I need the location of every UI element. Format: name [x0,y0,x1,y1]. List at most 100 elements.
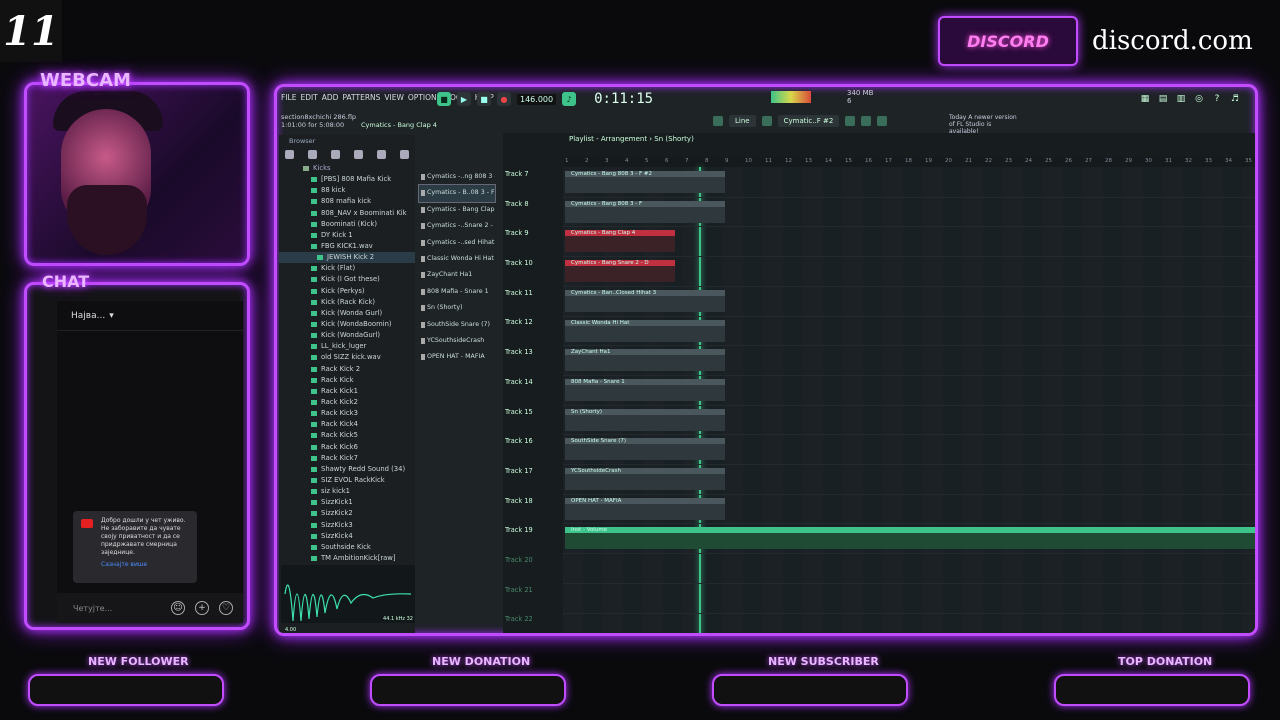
tool-icon[interactable] [713,116,723,126]
playlist-clip[interactable]: Cymatics - Bang 808 3 - F #2 [565,171,725,193]
browser-item[interactable]: Kick (Rack Kick) [279,297,415,308]
browser-item[interactable]: SizzKick1 [279,497,415,508]
browser-item[interactable]: Rack Kick [279,375,415,386]
track-header[interactable]: Track 21 [503,583,563,613]
channel-button[interactable]: ZayChant Ha1 [419,267,495,283]
browser-item[interactable]: SizzKick3 [279,520,415,531]
browser-item[interactable]: siz kick1 [279,486,415,497]
pattern-selector[interactable]: Cymatic..F #2 [777,115,840,127]
playlist-clip[interactable]: OPEN HAT - MAFIA [565,497,725,520]
browser-item[interactable]: Rack Kick2 [279,397,415,408]
browser-tool-icon[interactable] [285,149,294,159]
play-button[interactable]: ▶ [457,92,471,106]
playlist-clip[interactable]: Cymatics - Ban..Closed Hihat 3 [565,289,725,312]
channel-button[interactable]: 808 Mafia - Snare 1 [419,284,495,300]
browser-tool-icon[interactable] [308,149,317,159]
track-header[interactable]: Track 14 [503,375,563,405]
browser-item[interactable]: 808 mafia kick [279,196,415,207]
browser-item[interactable]: Kick (I Got these) [279,274,415,285]
track-header[interactable]: Track 8 [503,197,563,227]
timeline-ruler[interactable]: 1 2 3 4 5 6 7 8 9 10 11 12 13 14 15 16 17 18 19 20 21 22 23 24 2… [563,157,1255,167]
browser-item[interactable]: DY Kick 1 [279,230,415,241]
plugin-icon[interactable]: ◎ [1193,93,1205,105]
track-header[interactable]: Track 12 [503,315,563,345]
browser-item[interactable]: Boominati (Kick) [279,219,415,230]
playlist-clip[interactable]: Sn (Shorty) [565,408,725,431]
stop-button[interactable]: ■ [477,92,491,106]
channel-button[interactable]: Classic Wonda Hi Hat [419,251,495,267]
star-icon[interactable] [400,149,409,159]
browser-item[interactable]: SIZ EVOL RackKick [279,475,415,486]
mixer-icon[interactable]: ▦ [1139,93,1151,105]
track-header[interactable]: Track 22 [503,612,563,633]
playlist-clip[interactable]: Inst - Volume [565,527,1255,550]
channel-button[interactable]: Cymatics - Bang Clap 4 [419,202,495,218]
playlist-clip[interactable]: Cymatics - Bang 808 3 - F [565,200,725,223]
update-notice[interactable]: Today A newer version of FL Studio is av… [949,114,1019,135]
browser-item[interactable]: Rack Kick1 [279,386,415,397]
track-header[interactable]: Track 7 [503,167,563,197]
playlist-clip[interactable]: ZayChant Ha1 [565,349,725,372]
mic-icon[interactable]: ♬ [1229,93,1241,105]
browser-icon[interactable]: ▥ [1175,93,1187,105]
tempo-display[interactable]: 146.000 [517,93,557,105]
add-icon[interactable]: + [195,601,209,615]
playlist-clip[interactable]: SouthSide Snare (7) [565,438,725,461]
browser-item[interactable]: Southside Kick [279,542,415,553]
browser-item[interactable]: JEWISH Kick 2 [279,252,415,264]
browser-item[interactable]: Kick (Flat) [279,263,415,274]
tool-icon[interactable] [877,116,888,126]
browser-tool-icon[interactable] [331,149,340,159]
channel-button[interactable]: Cymatics -..sed Hihat 3 [419,235,495,251]
browser-item[interactable]: Kick (WondaGurl) [279,330,415,341]
playhead[interactable] [699,167,701,633]
playlist-clip[interactable]: 808 Mafia - Snare 1 [565,378,725,401]
menu-edit[interactable]: EDIT [300,93,317,109]
browser-tool-icon[interactable] [354,149,363,159]
browser-tool-icon[interactable] [377,149,386,159]
track-header[interactable]: Track 17 [503,464,563,494]
playlist-clip[interactable]: Cymatics - Bang Clap 4 [565,230,675,253]
browser-item[interactable]: LL_kick_luger [279,341,415,352]
track-header[interactable]: Track 11 [503,286,563,316]
browser-item[interactable]: FBG KICK1.wav [279,241,415,252]
channel-button[interactable]: Sn (Shorty) [419,300,495,316]
channel-button[interactable]: OPEN HAT - MAFIA [419,349,495,365]
record-button[interactable]: ● [497,92,511,106]
metronome-icon[interactable]: ♪ [562,92,577,106]
help-icon[interactable]: ? [1211,93,1223,105]
tool-icon[interactable] [861,116,872,126]
playlist-clip[interactable]: Classic Wonda Hi Hat [565,319,725,342]
learn-more-link[interactable]: Сазнајте више [101,561,191,569]
browser-item[interactable]: SizzKick4 [279,531,415,542]
playlist-clip[interactable]: YCSouthsideCrash [565,468,725,490]
track-header[interactable]: Track 10 [503,256,563,286]
browser-item[interactable]: Rack Kick3 [279,408,415,419]
browser-item[interactable]: Kick (WondaBoomin) [279,319,415,330]
browser-item[interactable]: Rack Kick4 [279,419,415,430]
browser-folder[interactable]: Kicks [279,163,415,174]
browser-item[interactable]: Rack Kick5 [279,430,415,441]
emoji-icon[interactable]: ☺ [171,601,185,615]
browser-item[interactable]: Rack Kick6 [279,442,415,453]
channel-button[interactable]: SouthSide Snare (7) [419,317,495,333]
track-header[interactable]: Track 13 [503,345,563,375]
piano-roll-icon[interactable]: ▤ [1157,93,1169,105]
browser-item[interactable]: Shawty Redd Sound (34) [279,464,415,475]
pattern-song-toggle[interactable]: ■ [437,92,451,106]
playlist-grid[interactable]: Cymatics - Bang 808 3 - F #2 Cymatics - B… [563,167,1255,633]
line-mode[interactable]: Line [729,115,756,127]
track-header[interactable]: Track 20 [503,553,563,583]
browser-item[interactable]: SizzKick2 [279,508,415,519]
heart-icon[interactable]: ♡ [219,601,233,615]
track-header[interactable]: Track 19 [503,523,563,553]
channel-button[interactable]: Cymatics -..Snare 2 - D [419,218,495,234]
channel-button[interactable]: Cymatics - B..08 3 - F #2 [418,184,496,203]
browser-item[interactable]: TM AmbitionKick[raw] [279,553,415,564]
playlist-clip[interactable]: Cymatics - Bang Snare 2 - D [565,260,675,283]
browser-item[interactable]: Kick (Wonda Gurl) [279,308,415,319]
tool-icon[interactable] [761,116,772,126]
browser-item[interactable]: Kick (Perkys) [279,286,415,297]
track-header[interactable]: Track 18 [503,494,563,524]
browser-item[interactable]: old SIZZ kick.wav [279,352,415,363]
